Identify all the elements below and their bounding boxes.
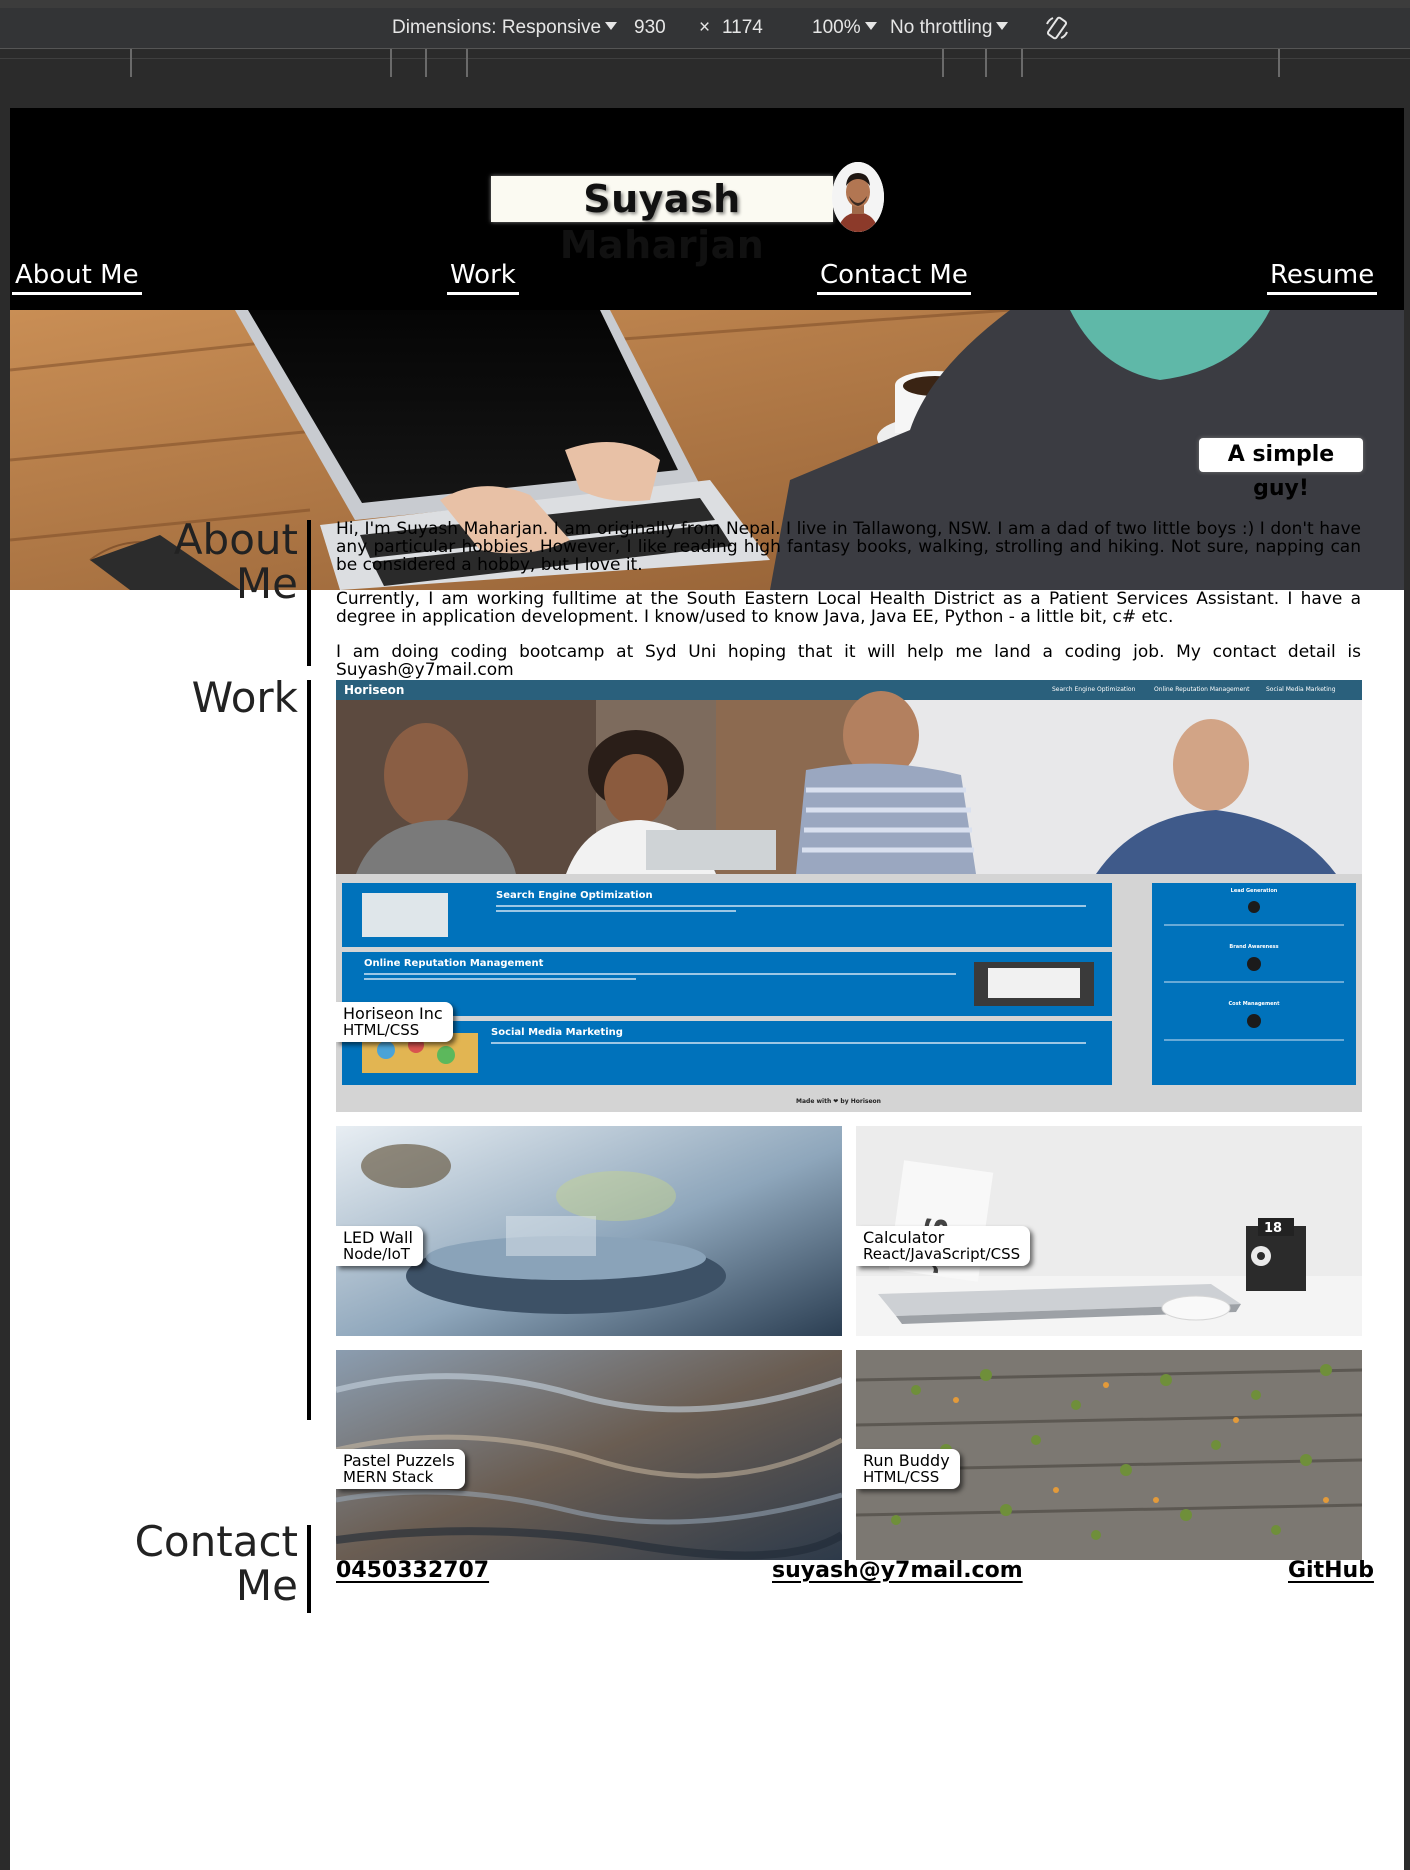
about-heading: About Me	[70, 518, 298, 606]
throttling-label: No throttling	[890, 17, 993, 38]
svg-text:Online Reputation Management: Online Reputation Management	[364, 958, 544, 969]
work-divider	[307, 680, 311, 1420]
avatar	[832, 162, 884, 232]
about-heading-line2: Me	[235, 559, 298, 608]
project-run-buddy[interactable]: Run Buddy HTML/CSS	[856, 1350, 1362, 1560]
project-name: Pastel Puzzels	[343, 1451, 455, 1470]
project-calculator[interactable]: Syr 18 Calculator React/JavaScript/CSS	[856, 1126, 1362, 1336]
height-input[interactable]: 1174	[722, 17, 763, 39]
hero-tagline: A simple guy!	[1199, 438, 1363, 501]
project-stack: MERN Stack	[343, 1468, 434, 1486]
horiseon-brand: Horiseon	[344, 683, 405, 697]
about-paragraph-1: Hi, I'm Suyash Maharjan. I am originally…	[336, 519, 1361, 575]
project-label: LED Wall Node/IoT	[336, 1226, 423, 1266]
contact-heading: Contact Me	[70, 1520, 298, 1608]
svg-text:Brand Awareness: Brand Awareness	[1229, 944, 1278, 950]
devtools-toolbar: Dimensions: Responsive 930 × 1174 100% N…	[0, 0, 1410, 48]
nav-resume[interactable]: Resume	[1267, 260, 1378, 295]
project-pastel-puzzels[interactable]: Pastel Puzzels MERN Stack	[336, 1350, 842, 1560]
about-divider	[307, 520, 311, 666]
project-label: Calculator React/JavaScript/CSS	[856, 1226, 1031, 1266]
horiseon-nav-2: Online Reputation Management	[1154, 686, 1250, 693]
site-header: Suyash Maharjan About Me Work Contact Me…	[10, 108, 1404, 310]
project-name: Run Buddy	[863, 1451, 950, 1470]
contact-phone-link[interactable]: 0450332707	[336, 1558, 489, 1583]
project-label: Horiseon Inc HTML/CSS	[336, 1002, 453, 1042]
svg-text:Lead Generation: Lead Generation	[1231, 888, 1278, 894]
zoom-dropdown[interactable]: 100%	[812, 17, 877, 39]
project-label: Run Buddy HTML/CSS	[856, 1449, 960, 1489]
contact-email-link[interactable]: suyash@y7mail.com	[772, 1558, 1023, 1583]
project-led-wall[interactable]: LED Wall Node/IoT	[336, 1126, 842, 1336]
work-heading: Work	[191, 673, 298, 722]
contact-heading-line2: Me	[235, 1561, 298, 1610]
project-stack: React/JavaScript/CSS	[863, 1245, 1021, 1263]
times-icon: ×	[699, 17, 711, 38]
width-input[interactable]: 930	[634, 17, 666, 39]
about-paragraph-3: I am doing coding bootcamp at Syd Uni ho…	[336, 642, 1361, 680]
chevron-down-icon	[605, 22, 618, 30]
about-paragraph-2: Currently, I am working fulltime at the …	[336, 589, 1361, 627]
project-stack: Node/IoT	[343, 1245, 410, 1263]
chevron-down-icon	[996, 22, 1009, 30]
project-name: Calculator	[863, 1228, 945, 1247]
project-label: Pastel Puzzels MERN Stack	[336, 1449, 465, 1489]
dimensions-label: Dimensions: Responsive	[392, 17, 602, 38]
svg-text:Cost Management: Cost Management	[1228, 1001, 1280, 1007]
nav-about-me[interactable]: About Me	[12, 260, 142, 295]
page-viewport: Suyash Maharjan About Me Work Contact Me…	[10, 108, 1404, 1870]
project-stack: HTML/CSS	[343, 1021, 420, 1039]
horiseon-nav-3: Social Media Marketing	[1266, 686, 1336, 693]
media-query-ruler	[0, 48, 1410, 78]
zoom-label: 100%	[812, 17, 861, 38]
contact-github-link[interactable]: GitHub	[1288, 1558, 1374, 1583]
project-name: Horiseon Inc	[343, 1004, 443, 1023]
dimensions-dropdown[interactable]: Dimensions: Responsive	[392, 17, 618, 39]
horiseon-footer: Made with ❤ by Horiseon	[796, 1098, 881, 1105]
contact-divider	[307, 1525, 311, 1613]
throttling-dropdown[interactable]: No throttling	[890, 17, 1009, 39]
horiseon-nav-1: Search Engine Optimization	[1052, 686, 1136, 693]
nav-contact-me[interactable]: Contact Me	[817, 260, 971, 295]
contact-heading-line1: Contact	[134, 1517, 298, 1566]
svg-text:18: 18	[1264, 1221, 1282, 1236]
svg-text:Search Engine Optimization: Search Engine Optimization	[496, 890, 653, 901]
about-heading-line1: About	[173, 515, 298, 564]
svg-text:Social Media Marketing: Social Media Marketing	[491, 1027, 623, 1038]
nav-work[interactable]: Work	[447, 260, 519, 295]
site-title-box: Suyash Maharjan	[491, 176, 833, 267]
chevron-down-icon	[864, 22, 877, 30]
project-stack: HTML/CSS	[863, 1468, 940, 1486]
rotate-icon[interactable]	[1043, 14, 1071, 48]
site-title: Suyash Maharjan	[559, 177, 765, 267]
project-horiseon[interactable]: Search Engine Optimization Online Reputa…	[336, 680, 1362, 1112]
project-name: LED Wall	[343, 1228, 413, 1247]
